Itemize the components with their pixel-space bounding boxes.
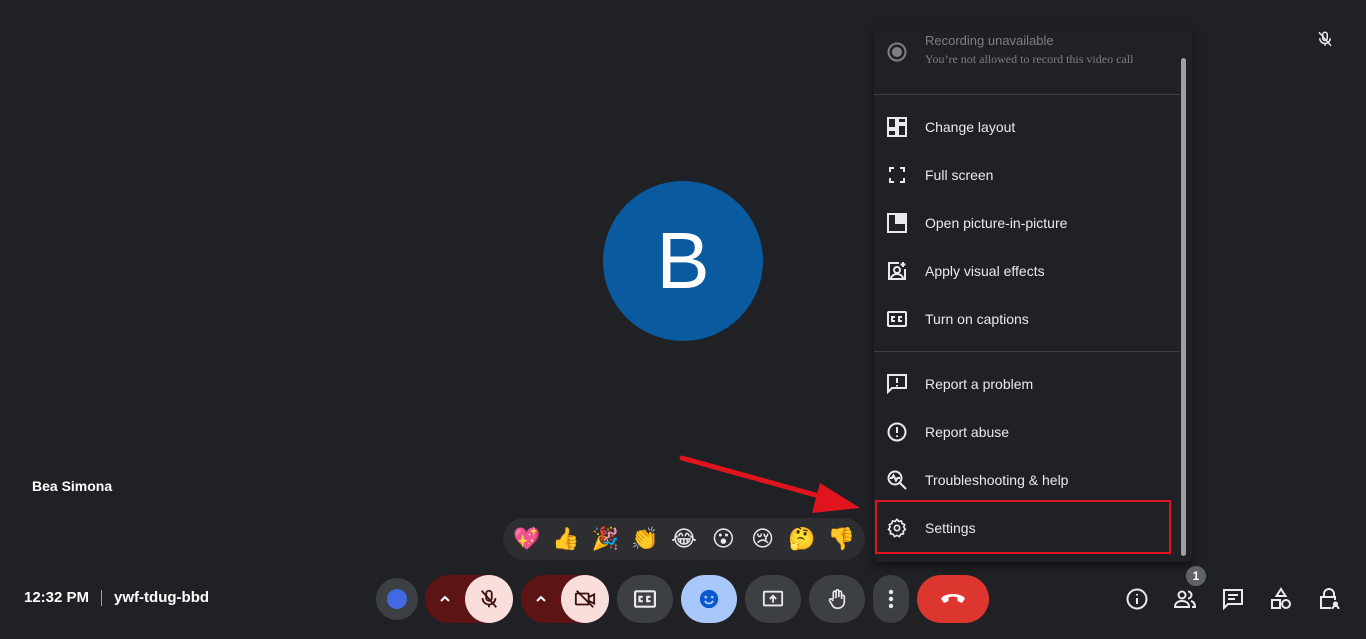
recording-subtitle: You’re not allowed to record this video … [925,52,1134,66]
activities-icon [1269,587,1293,611]
more-options-button[interactable] [873,575,909,623]
mic-toggle-button[interactable] [465,575,513,623]
more-vert-icon [888,589,894,609]
people-icon [1173,587,1197,611]
layout-icon [887,117,907,137]
captions-icon [887,309,907,329]
smiley-icon [698,588,720,610]
camera-off-icon [574,588,596,610]
host-controls-button[interactable] [1317,587,1341,611]
emoji-party-popper[interactable]: 🎉 [587,528,623,550]
raise-hand-button[interactable] [809,575,865,623]
menu-item-label: Troubleshooting & help [925,472,1069,488]
end-call-button[interactable] [917,575,989,623]
emoji-thumbs-down[interactable]: 👎 [823,528,859,550]
menu-item-visual-effects[interactable]: Apply visual effects [874,247,1180,295]
menu-item-label: Open picture-in-picture [925,215,1068,231]
clock-time: 12:32 PM [24,589,90,606]
emoji-clapping[interactable]: 👏 [627,528,663,550]
annotation-arrow [670,445,870,525]
recording-title: Recording unavailable [925,33,1054,48]
people-count-badge: 1 [1186,566,1206,586]
info-icon [1125,587,1149,611]
menu-item-label: Apply visual effects [925,263,1045,279]
menu-item-troubleshooting[interactable]: Troubleshooting & help [874,456,1180,504]
separator [101,589,103,606]
menu-item-full-screen[interactable]: Full screen [874,151,1180,199]
emoji-crying[interactable]: 😢 [745,528,781,550]
visual-effects-icon [887,261,907,281]
record-icon [887,42,907,62]
participant-name: Bea Simona [32,478,113,494]
camera-control-group [521,575,609,623]
menu-item-change-layout[interactable]: Change layout [874,103,1180,151]
activities-button[interactable] [1269,587,1293,611]
emoji-thinking[interactable]: 🤔 [784,528,820,550]
chevron-up-icon[interactable] [533,591,549,607]
settings-highlight-box [875,500,1171,554]
menu-item-label: Full screen [925,167,994,183]
audio-level-button[interactable] [376,578,418,620]
menu-divider [874,94,1180,95]
report-abuse-icon [887,422,907,442]
menu-item-report-problem[interactable]: Report a problem [874,360,1180,408]
menu-scrollbar[interactable] [1181,58,1186,556]
camera-toggle-button[interactable] [561,575,609,623]
menu-item-captions[interactable]: Turn on captions [874,295,1180,343]
more-options-menu: Recording unavailable You’re not allowed… [874,28,1192,562]
pip-icon [887,213,907,233]
present-icon [762,588,784,610]
fullscreen-icon [887,165,907,185]
emoji-laughing[interactable]: 😂 [666,528,702,550]
menu-item-label: Report a problem [925,376,1034,392]
emoji-sparkling-heart[interactable]: 💖 [509,528,545,550]
emoji-reactions-button[interactable] [681,575,737,623]
hand-icon [826,588,848,610]
menu-item-pip[interactable]: Open picture-in-picture [874,199,1180,247]
muted-mic-icon [1316,30,1334,48]
menu-item-recording: Recording unavailable You’re not allowed… [874,28,1180,76]
troubleshoot-icon [887,470,907,490]
menu-divider [874,351,1180,352]
hang-up-icon [940,592,966,606]
present-screen-button[interactable] [745,575,801,623]
menu-item-report-abuse[interactable]: Report abuse [874,408,1180,456]
captions-button[interactable] [617,575,673,623]
chat-button[interactable] [1221,587,1245,611]
participant-avatar: B [603,181,763,341]
emoji-reactions-bar: 💖 👍 🎉 👏 😂 😮 😢 🤔 👎 [503,518,865,560]
audio-level-icon [387,589,407,609]
meeting-code: ywf-tdug-bbd [114,589,210,606]
mic-control-group [425,575,513,623]
captions-icon [634,588,656,610]
meeting-details-button[interactable] [1125,587,1149,611]
people-button[interactable] [1173,587,1197,611]
emoji-thumbs-up[interactable]: 👍 [548,528,584,550]
mic-off-icon [478,588,500,610]
menu-item-label: Change layout [925,119,1016,135]
chat-icon [1221,587,1245,611]
meeting-info: 12:32 PM ywf-tdug-bbd [24,589,209,606]
chevron-up-icon[interactable] [437,591,453,607]
report-problem-icon [887,374,907,394]
emoji-surprised[interactable]: 😮 [705,528,741,550]
menu-item-label: Report abuse [925,424,1010,440]
menu-item-label: Turn on captions [925,311,1029,327]
lock-person-icon [1317,587,1341,611]
